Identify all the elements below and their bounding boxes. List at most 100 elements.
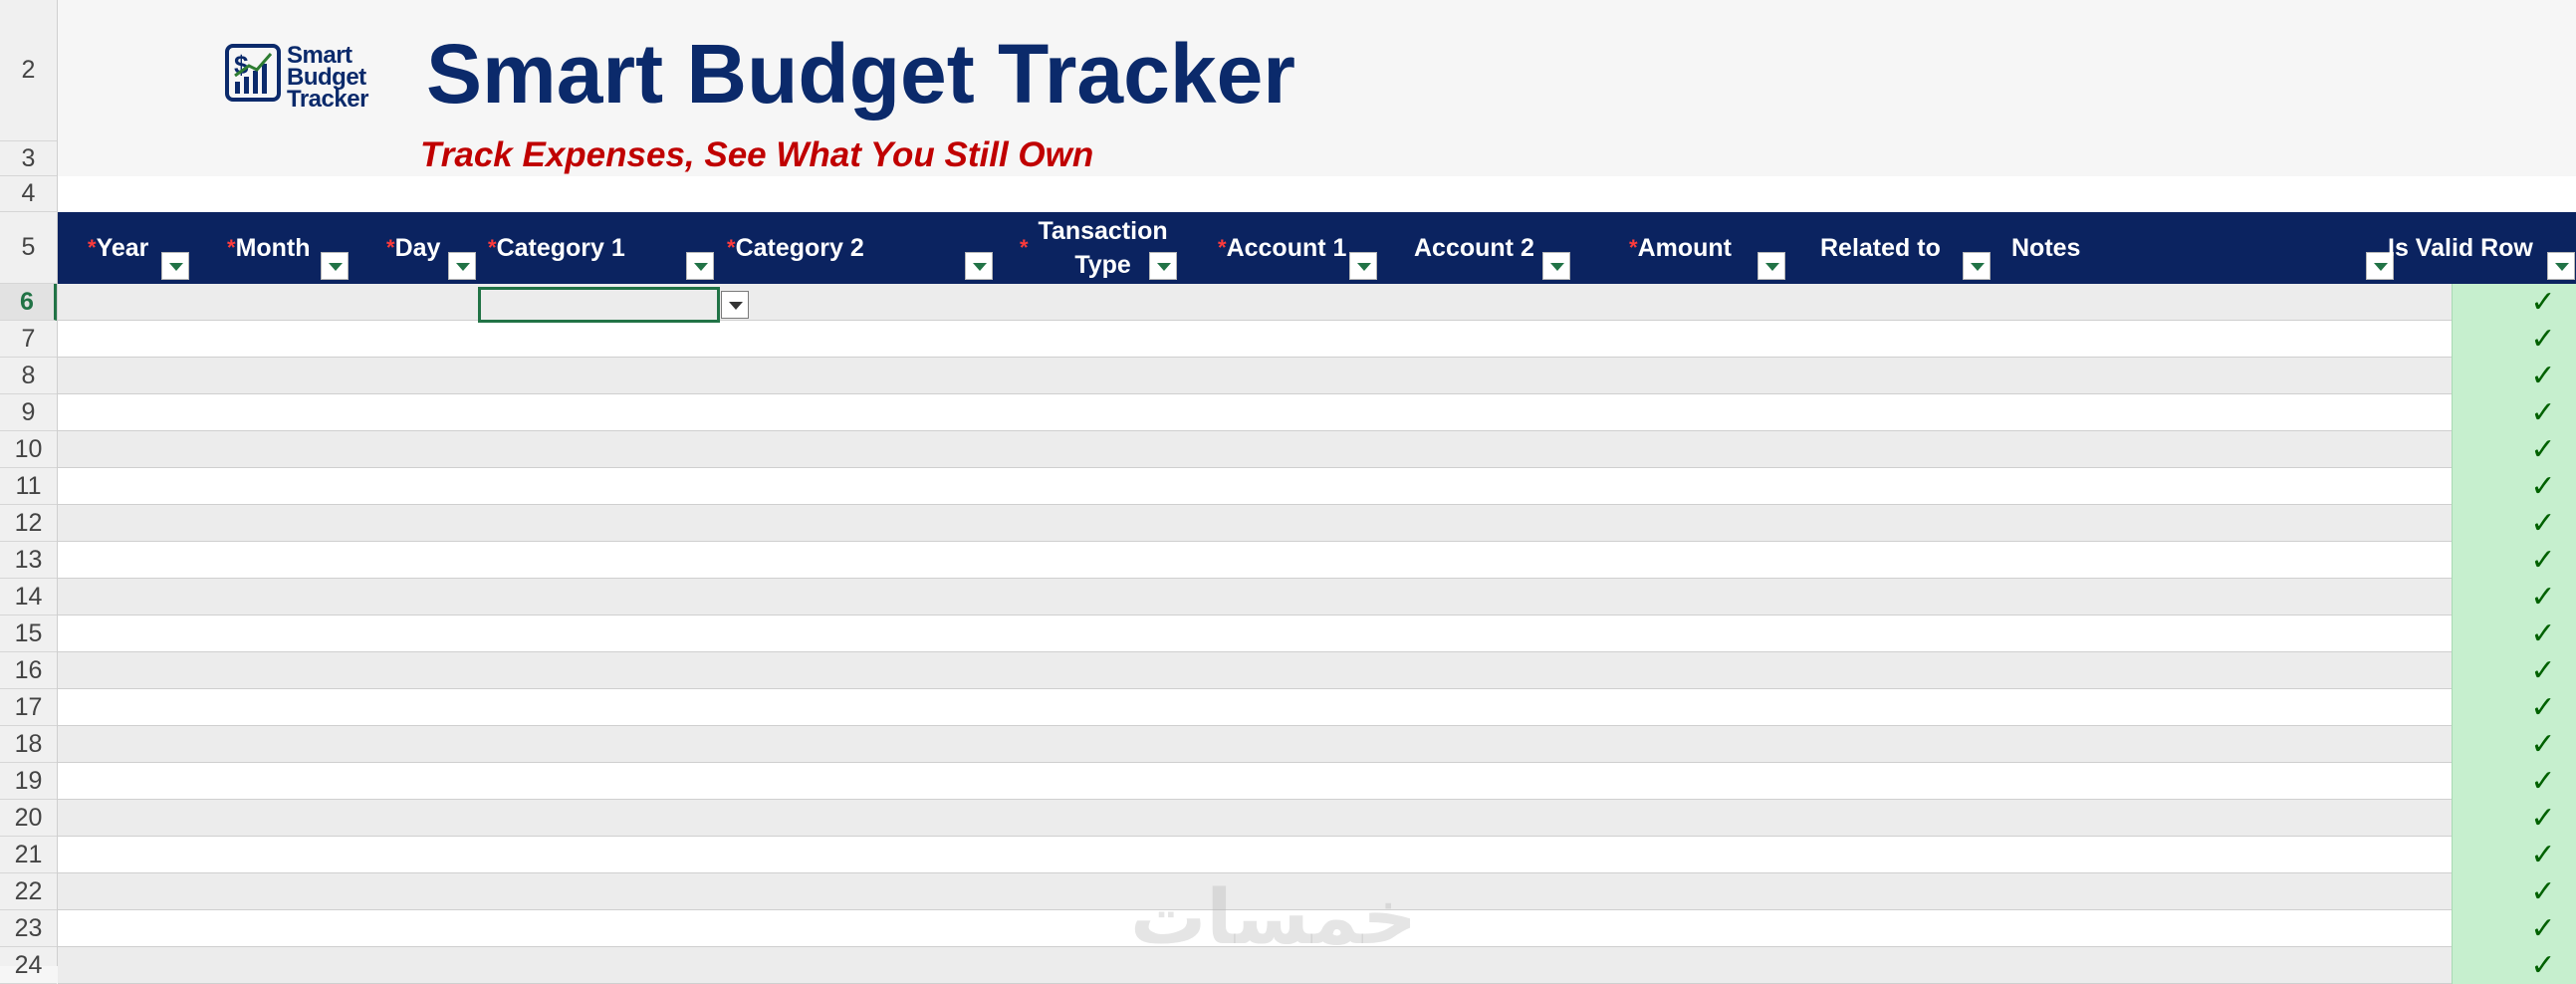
spacer-row <box>58 176 2576 212</box>
column-header-label: Account 1 <box>1226 234 1347 262</box>
column-header-label: Category 2 <box>735 234 864 262</box>
column-header-notes: Notes <box>2011 212 2211 284</box>
required-marker: * <box>727 235 736 260</box>
required-marker: * <box>488 235 497 260</box>
valid-check-icon: ✓ <box>2452 505 2576 542</box>
table-row[interactable]: ✓ <box>58 579 2576 615</box>
row-number[interactable]: 16 <box>0 652 57 689</box>
column-header-label: Amount <box>1637 234 1732 262</box>
table-row[interactable]: ✓ <box>58 284 2576 321</box>
row-number[interactable]: 6 <box>0 284 57 321</box>
filter-dropdown-icon[interactable] <box>965 252 993 280</box>
table-row[interactable]: ✓ <box>58 394 2576 431</box>
filter-dropdown-icon[interactable] <box>161 252 189 280</box>
row-number[interactable]: 20 <box>0 800 57 837</box>
valid-check-icon: ✓ <box>2452 542 2576 579</box>
column-header-label: Year <box>96 234 149 262</box>
filter-dropdown-icon[interactable] <box>321 252 349 280</box>
row-number[interactable]: 21 <box>0 837 57 873</box>
column-header-label: Category 1 <box>496 234 625 262</box>
column-header-label: Related to <box>1820 234 1941 262</box>
filter-dropdown-icon[interactable] <box>1542 252 1570 280</box>
valid-check-icon: ✓ <box>2452 284 2576 321</box>
table-row[interactable]: ✓ <box>58 726 2576 763</box>
row-number[interactable]: 3 <box>0 141 57 176</box>
required-marker: * <box>386 235 395 260</box>
row-number[interactable]: 9 <box>0 394 57 431</box>
column-header-label: Account 2 <box>1414 234 1534 262</box>
column-header-category-1: * Category 1 <box>488 212 687 284</box>
column-header-label: Notes <box>2011 234 2081 262</box>
table-row[interactable]: ✓ <box>58 615 2576 652</box>
valid-check-icon: ✓ <box>2452 652 2576 689</box>
row-number[interactable]: 18 <box>0 726 57 763</box>
valid-check-icon: ✓ <box>2452 763 2576 800</box>
row-number[interactable]: 11 <box>0 468 57 505</box>
page-subtitle: Track Expenses, See What You Still Own <box>420 135 1094 174</box>
table-row[interactable]: ✓ <box>58 358 2576 394</box>
table-row[interactable]: ✓ <box>58 468 2576 505</box>
table-row[interactable]: ✓ <box>58 689 2576 726</box>
filter-dropdown-icon[interactable] <box>1149 252 1177 280</box>
row-number[interactable]: 5 <box>0 212 57 284</box>
row-number[interactable]: 14 <box>0 579 57 615</box>
filter-dropdown-icon[interactable] <box>686 252 714 280</box>
valid-check-icon: ✓ <box>2452 579 2576 615</box>
budget-chart-icon: $ <box>225 44 281 102</box>
valid-check-icon: ✓ <box>2452 394 2576 431</box>
valid-check-icon: ✓ <box>2452 615 2576 652</box>
row-number[interactable]: 23 <box>0 910 57 947</box>
column-header-category-2: * Category 2 <box>727 212 926 284</box>
required-marker: * <box>227 235 236 260</box>
required-marker: * <box>1020 235 1029 260</box>
filter-dropdown-icon[interactable] <box>448 252 476 280</box>
valid-check-icon: ✓ <box>2452 689 2576 726</box>
column-header-label: Is Valid Row <box>2388 234 2533 262</box>
row-number[interactable]: 17 <box>0 689 57 726</box>
row-number[interactable]: 22 <box>0 873 57 910</box>
row-number[interactable]: 10 <box>0 431 57 468</box>
title-area: $ Smart Budget Tracker Smart Budget Trac… <box>58 0 2576 176</box>
table-row[interactable]: ✓ <box>58 652 2576 689</box>
row-number[interactable]: 8 <box>0 358 57 394</box>
watermark: خمسات <box>1130 872 1417 961</box>
cell-dropdown-button[interactable] <box>721 291 749 319</box>
table-row[interactable]: ✓ <box>58 321 2576 358</box>
table-row[interactable]: ✓ <box>58 431 2576 468</box>
column-header-account-1: * Account 1 <box>1218 212 1417 284</box>
column-header-label: Day <box>394 234 441 262</box>
required-marker: * <box>88 235 97 260</box>
valid-check-icon: ✓ <box>2452 800 2576 837</box>
row-header-column: 2 3 4 5 6 7 8 9 10 11 12 13 14 15 16 17 18 19 20 21 22 23 24 <box>0 0 58 984</box>
column-header-account-2: Account 2 <box>1414 212 1613 284</box>
table-row[interactable]: ✓ <box>58 505 2576 542</box>
table-row[interactable]: ✓ <box>58 837 2576 873</box>
filter-dropdown-icon[interactable] <box>1349 252 1377 280</box>
row-number[interactable]: 13 <box>0 542 57 579</box>
row-number[interactable]: 19 <box>0 763 57 800</box>
filter-dropdown-icon[interactable] <box>1757 252 1785 280</box>
row-number[interactable]: 15 <box>0 615 57 652</box>
row-number[interactable]: 7 <box>0 321 57 358</box>
required-marker: * <box>1629 235 1638 260</box>
required-marker: * <box>1218 235 1227 260</box>
row-number[interactable]: 12 <box>0 505 57 542</box>
column-header-label: Month <box>235 234 311 262</box>
table-row[interactable]: ✓ <box>58 763 2576 800</box>
row-number[interactable]: 2 <box>0 0 57 141</box>
valid-check-icon: ✓ <box>2452 468 2576 505</box>
table-row[interactable]: ✓ <box>58 800 2576 837</box>
row-number[interactable]: 4 <box>0 176 57 212</box>
selected-cell[interactable] <box>478 287 720 323</box>
filter-dropdown-icon[interactable] <box>1963 252 1991 280</box>
valid-check-icon: ✓ <box>2452 321 2576 358</box>
logo-text: Smart Budget Tracker <box>287 44 368 112</box>
page-title: Smart Budget Tracker <box>426 27 1295 121</box>
column-header-amount: * Amount <box>1629 212 1828 284</box>
filter-dropdown-icon[interactable] <box>2547 252 2575 280</box>
table-header-row: * Year * Month * Day * Category 1 * Category 2 * Ta… <box>58 212 2576 284</box>
column-header-is-valid-row: Is Valid Row <box>2388 212 2567 284</box>
table-row[interactable]: ✓ <box>58 542 2576 579</box>
valid-check-icon: ✓ <box>2452 358 2576 394</box>
valid-check-icon: ✓ <box>2452 431 2576 468</box>
